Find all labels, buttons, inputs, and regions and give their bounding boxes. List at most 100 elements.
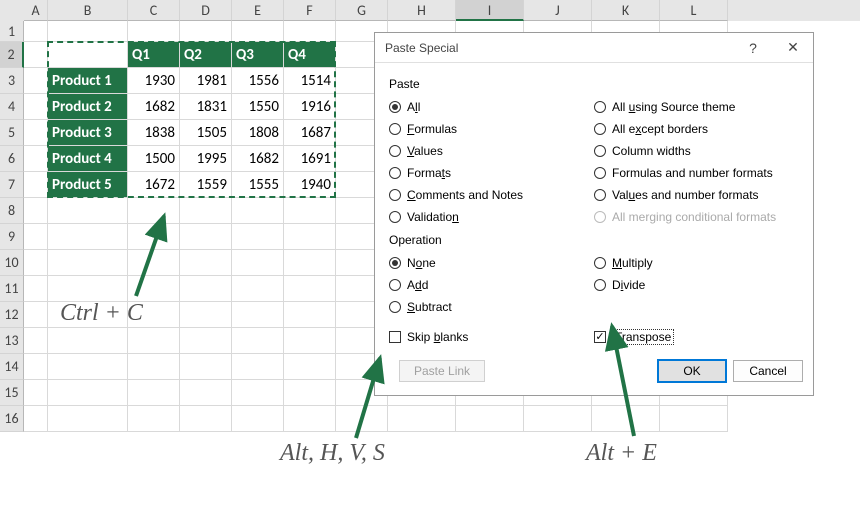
row-header-1[interactable]: 1 bbox=[0, 21, 24, 42]
cell[interactable] bbox=[180, 302, 232, 328]
table-data-cell[interactable]: 1930 bbox=[128, 68, 180, 94]
cell[interactable] bbox=[660, 406, 728, 432]
row-header-5[interactable]: 5 bbox=[0, 120, 24, 146]
cell[interactable] bbox=[284, 302, 336, 328]
cell[interactable] bbox=[48, 406, 128, 432]
cell[interactable] bbox=[456, 406, 524, 432]
cell[interactable] bbox=[284, 276, 336, 302]
cell[interactable] bbox=[128, 21, 180, 42]
cancel-button[interactable]: Cancel bbox=[733, 360, 803, 382]
radio-paste-colwidths[interactable]: Column widths bbox=[594, 141, 799, 161]
table-data-cell[interactable]: 1500 bbox=[128, 146, 180, 172]
radio-paste-noborders[interactable]: All except borders bbox=[594, 119, 799, 139]
radio-paste-formulas[interactable]: Formulas bbox=[389, 119, 594, 139]
cell[interactable] bbox=[180, 380, 232, 406]
table-row-header[interactable]: Product 5 bbox=[48, 172, 128, 198]
col-header-J[interactable]: J bbox=[524, 0, 592, 21]
skip-blanks-checkbox[interactable] bbox=[389, 331, 401, 343]
cell[interactable] bbox=[24, 42, 48, 68]
cell[interactable] bbox=[128, 198, 180, 224]
row-header-13[interactable]: 13 bbox=[0, 328, 24, 354]
row-header-12[interactable]: 12 bbox=[0, 302, 24, 328]
col-header-G[interactable]: G bbox=[336, 0, 388, 21]
table-data-cell[interactable]: 1559 bbox=[180, 172, 232, 198]
row-header-4[interactable]: 4 bbox=[0, 94, 24, 120]
cell[interactable] bbox=[128, 380, 180, 406]
cell[interactable] bbox=[128, 276, 180, 302]
cell[interactable] bbox=[232, 224, 284, 250]
col-header-C[interactable]: C bbox=[128, 0, 180, 21]
radio-op-multiply[interactable]: Multiply bbox=[594, 253, 799, 273]
cell[interactable] bbox=[284, 354, 336, 380]
cell[interactable] bbox=[180, 224, 232, 250]
table-col-header[interactable]: Q2 bbox=[180, 42, 232, 68]
cell[interactable] bbox=[232, 354, 284, 380]
cell[interactable] bbox=[180, 250, 232, 276]
row-header-16[interactable]: 16 bbox=[0, 406, 24, 432]
cell[interactable] bbox=[284, 21, 336, 42]
row-header-8[interactable]: 8 bbox=[0, 198, 24, 224]
table-col-header[interactable]: Q4 bbox=[284, 42, 336, 68]
table-data-cell[interactable]: 1995 bbox=[180, 146, 232, 172]
cell[interactable] bbox=[48, 354, 128, 380]
table-data-cell[interactable]: 1682 bbox=[128, 94, 180, 120]
cell[interactable] bbox=[128, 224, 180, 250]
table-col-header[interactable]: Q3 bbox=[232, 42, 284, 68]
cell[interactable] bbox=[24, 120, 48, 146]
cell[interactable] bbox=[24, 224, 48, 250]
row-header-9[interactable]: 9 bbox=[0, 224, 24, 250]
cell[interactable] bbox=[48, 328, 128, 354]
col-header-I[interactable]: I bbox=[456, 0, 524, 21]
table-data-cell[interactable]: 1831 bbox=[180, 94, 232, 120]
cell[interactable] bbox=[24, 276, 48, 302]
cell[interactable] bbox=[284, 224, 336, 250]
cell[interactable] bbox=[48, 224, 128, 250]
col-header-D[interactable]: D bbox=[180, 0, 232, 21]
cell[interactable] bbox=[128, 250, 180, 276]
cell[interactable] bbox=[336, 406, 388, 432]
cell[interactable] bbox=[180, 354, 232, 380]
row-header-15[interactable]: 15 bbox=[0, 380, 24, 406]
radio-paste-theme[interactable]: All using Source theme bbox=[594, 97, 799, 117]
dialog-titlebar[interactable]: Paste Special ? ✕ bbox=[375, 33, 813, 63]
cell[interactable] bbox=[232, 302, 284, 328]
table-data-cell[interactable]: 1916 bbox=[284, 94, 336, 120]
cell[interactable] bbox=[284, 380, 336, 406]
cell[interactable] bbox=[24, 302, 48, 328]
radio-paste-valnum[interactable]: Values and number formats bbox=[594, 185, 799, 205]
cell[interactable] bbox=[232, 276, 284, 302]
transpose-label[interactable]: Transpose bbox=[612, 329, 674, 345]
col-header-E[interactable]: E bbox=[232, 0, 284, 21]
col-header-K[interactable]: K bbox=[592, 0, 660, 21]
table-data-cell[interactable]: 1514 bbox=[284, 68, 336, 94]
cell[interactable] bbox=[232, 406, 284, 432]
table-data-cell[interactable]: 1691 bbox=[284, 146, 336, 172]
close-button[interactable]: ✕ bbox=[773, 33, 813, 63]
row-header-3[interactable]: 3 bbox=[0, 68, 24, 94]
cell[interactable] bbox=[48, 380, 128, 406]
cell[interactable] bbox=[592, 406, 660, 432]
cell[interactable] bbox=[128, 406, 180, 432]
radio-paste-formnum[interactable]: Formulas and number formats bbox=[594, 163, 799, 183]
ok-button[interactable]: OK bbox=[657, 359, 727, 383]
col-header-L[interactable]: L bbox=[660, 0, 728, 21]
table-data-cell[interactable]: 1687 bbox=[284, 120, 336, 146]
table-data-cell[interactable]: 1940 bbox=[284, 172, 336, 198]
cell[interactable] bbox=[24, 146, 48, 172]
radio-paste-all[interactable]: All bbox=[389, 97, 594, 117]
radio-paste-formats[interactable]: Formats bbox=[389, 163, 594, 183]
cell[interactable] bbox=[284, 328, 336, 354]
table-data-cell[interactable]: 1838 bbox=[128, 120, 180, 146]
radio-op-add[interactable]: Add bbox=[389, 275, 594, 295]
col-header-A[interactable]: A bbox=[24, 0, 48, 21]
cell[interactable] bbox=[24, 406, 48, 432]
table-row-header[interactable]: Product 2 bbox=[48, 94, 128, 120]
radio-op-divide[interactable]: Divide bbox=[594, 275, 799, 295]
cell[interactable] bbox=[24, 250, 48, 276]
radio-paste-values[interactable]: Values bbox=[389, 141, 594, 161]
row-header-14[interactable]: 14 bbox=[0, 354, 24, 380]
table-data-cell[interactable]: 1555 bbox=[232, 172, 284, 198]
col-header-F[interactable]: F bbox=[284, 0, 336, 21]
cell[interactable] bbox=[232, 328, 284, 354]
col-header-B[interactable]: B bbox=[48, 0, 128, 21]
